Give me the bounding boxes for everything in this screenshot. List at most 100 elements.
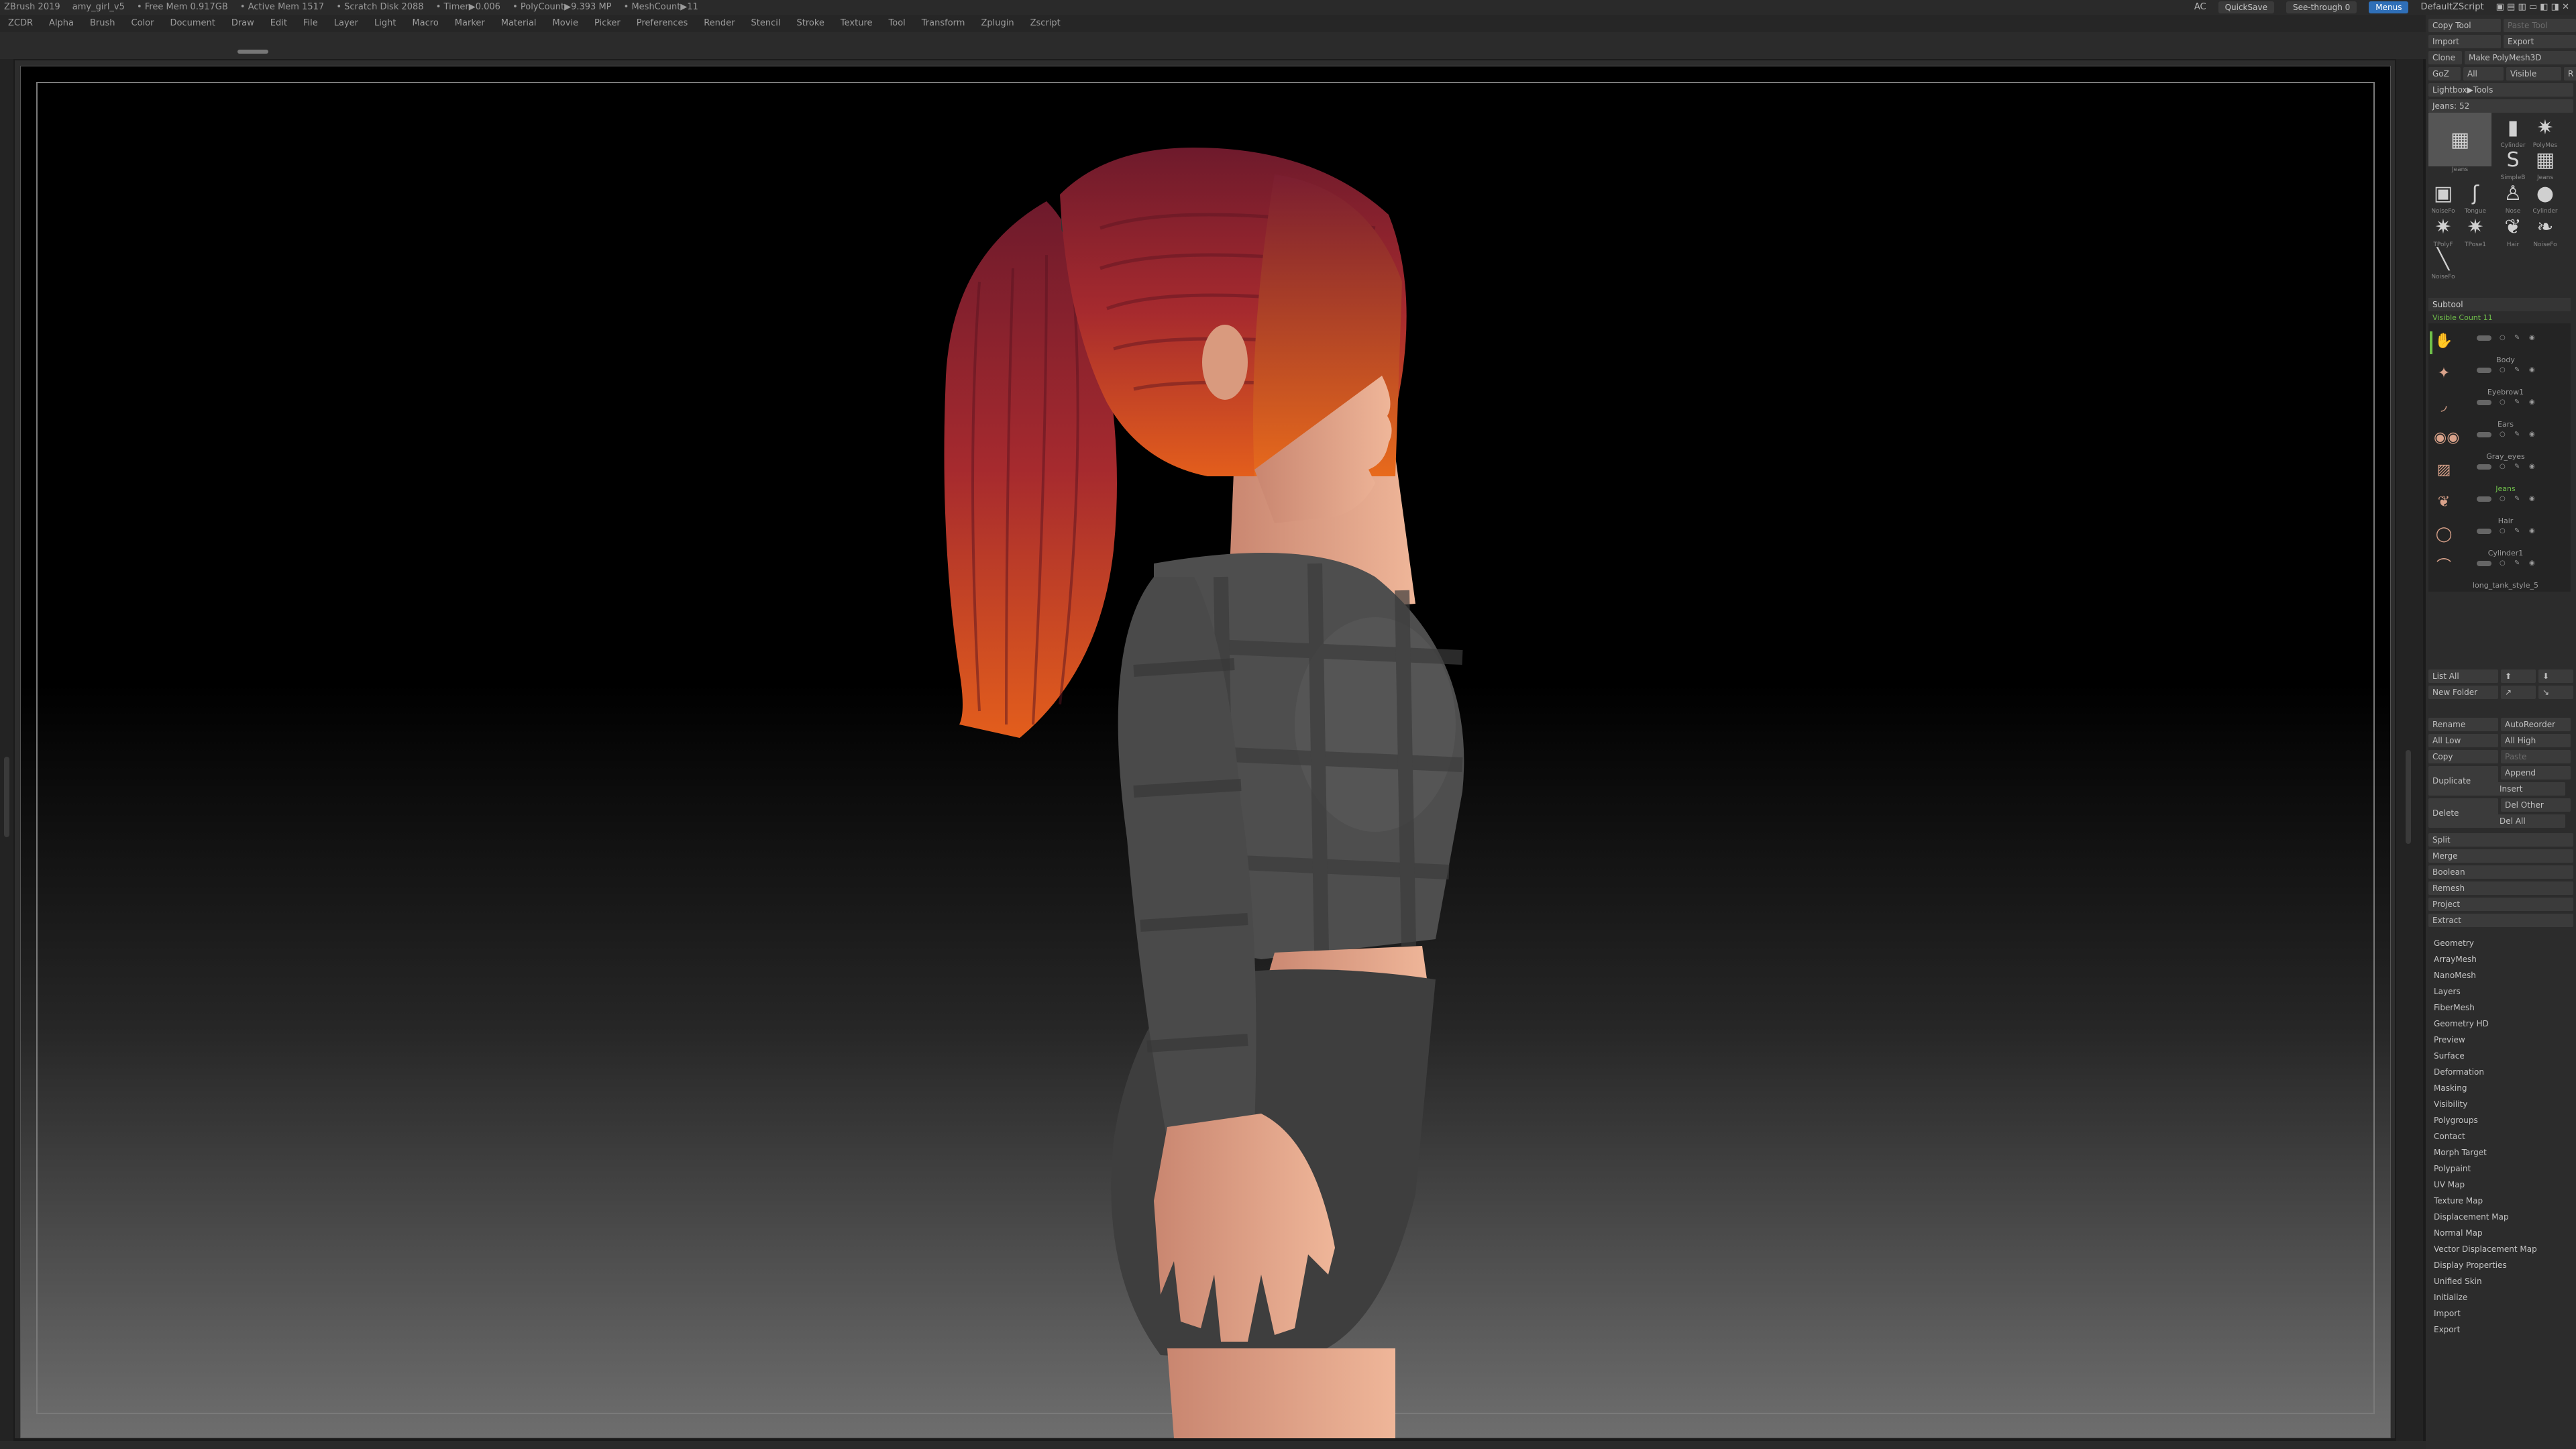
character-render[interactable] (0, 0, 2396, 1449)
all-low-button[interactable]: All Low (2428, 734, 2498, 747)
current-tool-slider[interactable]: Jeans: 52 (2428, 99, 2573, 113)
tool-thumbnail[interactable]: ▮ Cylinder (2498, 113, 2528, 150)
clone-button[interactable]: Clone (2428, 51, 2462, 64)
tool-thumbnail[interactable]: ✷ PolyMes (2530, 113, 2560, 150)
new-folder-button[interactable]: New Folder (2428, 686, 2498, 699)
section-header[interactable]: Geometry HD (2428, 1016, 2571, 1032)
eye-icon[interactable]: ◉ (2529, 528, 2536, 535)
folder-down-icon[interactable]: ↘ (2538, 686, 2573, 699)
polypaint-icon[interactable]: ✎ (2514, 367, 2521, 374)
paste-tool-button[interactable]: Paste Tool (2504, 19, 2576, 32)
insert-button[interactable]: Insert (2496, 782, 2565, 796)
polypaint-icon[interactable]: ✎ (2514, 496, 2521, 502)
section-header[interactable]: NanoMesh (2428, 967, 2571, 983)
project-button[interactable]: Project (2428, 898, 2573, 911)
delete-button[interactable]: Delete (2428, 798, 2498, 828)
section-header[interactable]: Surface (2428, 1048, 2571, 1064)
opacity-slider[interactable] (2477, 368, 2491, 373)
split-button[interactable]: Split (2428, 833, 2573, 847)
polypaint-icon[interactable]: ✎ (2514, 560, 2521, 567)
opacity-slider[interactable] (2477, 432, 2491, 437)
opacity-slider[interactable] (2477, 400, 2491, 405)
tool-thumbnail[interactable]: ❧ NoiseFo (2530, 212, 2560, 249)
subtool-item[interactable]: ▨ Gray_eyes ○ ✎ ◉ (2428, 452, 2571, 484)
all-high-button[interactable]: All High (2501, 734, 2571, 747)
goz-button[interactable]: GoZ (2428, 67, 2461, 80)
copy-tool-button[interactable]: Copy Tool (2428, 19, 2501, 32)
subtool-item[interactable]: ✦ Body ○ ✎ ◉ (2428, 356, 2571, 388)
subtool-item[interactable]: long_tank_style_5 (2428, 581, 2571, 613)
right-tray-grip[interactable] (2406, 750, 2411, 844)
section-header[interactable]: Unified Skin (2428, 1273, 2571, 1289)
circle-icon[interactable]: ○ (2500, 464, 2506, 470)
section-header[interactable]: Import (2428, 1305, 2571, 1322)
opacity-slider[interactable] (2477, 464, 2491, 470)
subtool-item[interactable]: ❦ Jeans ○ ✎ ◉ (2428, 484, 2571, 517)
circle-icon[interactable]: ○ (2500, 528, 2506, 535)
section-header[interactable]: Vector Displacement Map (2428, 1241, 2571, 1257)
opacity-slider[interactable] (2477, 561, 2491, 566)
section-header[interactable]: Visibility (2428, 1096, 2571, 1112)
tool-thumbnail[interactable]: ✷ TPose1 (2461, 212, 2490, 249)
section-header[interactable]: Masking (2428, 1080, 2571, 1096)
section-header[interactable]: UV Map (2428, 1177, 2571, 1193)
remesh-button[interactable]: Remesh (2428, 881, 2573, 895)
eye-icon[interactable]: ◉ (2529, 335, 2536, 341)
section-header[interactable]: Display Properties (2428, 1257, 2571, 1273)
section-header[interactable]: Morph Target (2428, 1144, 2571, 1161)
section-header[interactable]: Export (2428, 1322, 2571, 1338)
subtool-item[interactable]: ◯ Hair ○ ✎ ◉ (2428, 517, 2571, 549)
section-header[interactable]: Geometry (2428, 935, 2571, 951)
section-header[interactable]: Normal Map (2428, 1225, 2571, 1241)
rename-button[interactable]: Rename (2428, 718, 2498, 731)
section-header[interactable]: FiberMesh (2428, 1000, 2571, 1016)
extract-button[interactable]: Extract (2428, 914, 2573, 927)
tool-thumbnail[interactable]: S SimpleB (2498, 145, 2528, 182)
lightbox-tools-button[interactable]: Lightbox▶Tools (2428, 83, 2573, 97)
window-controls-icon[interactable]: ▣ ▤ ▥ ▭ ◧ ◨ ✕ (2496, 0, 2569, 15)
boolean-button[interactable]: Boolean (2428, 865, 2573, 879)
list-all-button[interactable]: List All (2428, 669, 2498, 683)
section-header[interactable]: Deformation (2428, 1064, 2571, 1080)
r-button[interactable]: R (2564, 67, 2576, 80)
tool-thumbnail[interactable]: ✷ TPolyF (2428, 212, 2458, 249)
tool-thumbnail[interactable]: ❦ Hair (2498, 212, 2528, 249)
eye-icon[interactable]: ◉ (2529, 367, 2536, 374)
default-zscript-button[interactable]: DefaultZScript (2420, 0, 2483, 15)
tool-thumbnail[interactable]: ╲ NoiseFo (2428, 244, 2458, 281)
section-header[interactable]: ArrayMesh (2428, 951, 2571, 967)
section-header[interactable]: Layers (2428, 983, 2571, 1000)
autoreorder-button[interactable]: AutoReorder (2501, 718, 2571, 731)
tool-thumbnail[interactable]: ▣ NoiseFo (2428, 178, 2458, 215)
duplicate-button[interactable]: Duplicate (2428, 766, 2498, 796)
subtool-item[interactable]: ◞ Eyebrow1 ○ ✎ ◉ (2428, 388, 2571, 420)
section-header[interactable]: Initialize (2428, 1289, 2571, 1305)
opacity-slider[interactable] (2477, 335, 2491, 341)
subtool-header[interactable]: Subtool (2428, 298, 2571, 311)
opacity-slider[interactable] (2477, 496, 2491, 502)
circle-icon[interactable]: ○ (2500, 367, 2506, 374)
paste-button[interactable]: Paste (2501, 750, 2571, 763)
subtool-item[interactable]: ◉◉ Ears ○ ✎ ◉ (2428, 420, 2571, 452)
all-button[interactable]: All (2463, 67, 2504, 80)
tool-thumbnail[interactable]: ▦ Jeans (2530, 145, 2560, 182)
subtool-item[interactable]: ⌒ Cylinder1 ○ ✎ ◉ (2428, 549, 2571, 581)
polypaint-icon[interactable]: ✎ (2514, 464, 2521, 470)
arrow-down-icon[interactable]: ⬇ (2538, 669, 2573, 683)
eye-icon[interactable]: ◉ (2529, 496, 2536, 502)
visible-button[interactable]: Visible (2506, 67, 2561, 80)
del-all-button[interactable]: Del All (2496, 814, 2565, 828)
merge-button[interactable]: Merge (2428, 849, 2573, 863)
section-header[interactable]: Polygroups (2428, 1112, 2571, 1128)
del-other-button[interactable]: Del Other (2501, 798, 2571, 812)
circle-icon[interactable]: ○ (2500, 431, 2506, 438)
eye-icon[interactable]: ◉ (2529, 560, 2536, 567)
circle-icon[interactable]: ○ (2500, 560, 2506, 567)
circle-icon[interactable]: ○ (2500, 335, 2506, 341)
eye-icon[interactable]: ◉ (2529, 431, 2536, 438)
section-header[interactable]: Displacement Map (2428, 1209, 2571, 1225)
subtool-item[interactable]: ✋ ○ ✎ ◉ (2428, 323, 2571, 356)
circle-icon[interactable]: ○ (2500, 496, 2506, 502)
copy-button[interactable]: Copy (2428, 750, 2498, 763)
circle-icon[interactable]: ○ (2500, 399, 2506, 406)
